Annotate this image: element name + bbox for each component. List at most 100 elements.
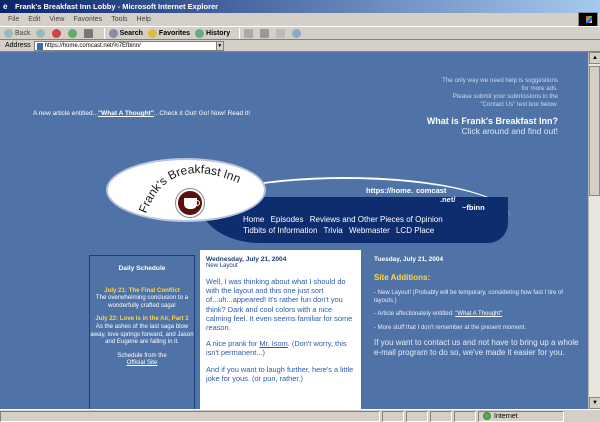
additions-date: Tuesday, July 21, 2004: [374, 256, 444, 263]
url-part: https://home.: [366, 186, 414, 195]
addition-item: - More stuff that I don't remember at th…: [374, 324, 527, 331]
schedule-entry-title: July 22: Love is in the Air, Part 1: [95, 315, 189, 323]
back-label: Back: [15, 29, 31, 37]
history-label: History: [206, 29, 231, 37]
mail-button[interactable]: [244, 28, 255, 38]
discuss-button[interactable]: [292, 28, 303, 38]
zone-label: Internet: [494, 412, 518, 420]
internet-explorer-icon: e: [3, 2, 8, 11]
nav-trivia[interactable]: Trivia: [323, 226, 342, 235]
nav-webmaster[interactable]: Webmaster: [349, 226, 390, 235]
internet-globe-icon: [483, 412, 491, 420]
news-text: A nice prank for: [206, 339, 258, 349]
discuss-icon: [292, 28, 302, 38]
refresh-button[interactable]: [67, 28, 79, 38]
status-cell: [382, 410, 404, 422]
site-additions-column: Tuesday, July 21, 2004 Site Additions: -…: [372, 250, 584, 409]
news-paragraph: A nice prank for Mr. Isom. (Don't worry,…: [206, 339, 355, 357]
menu-view[interactable]: View: [49, 16, 64, 23]
nav-lcd-place[interactable]: LCD Place: [396, 226, 434, 235]
news-column: Wednesday, July 21, 2004 New Layout Well…: [200, 250, 361, 409]
home-icon: [83, 28, 93, 38]
print-button[interactable]: [260, 28, 271, 38]
nav-reviews[interactable]: Reviews and Other Pieces of Opinion: [310, 215, 443, 224]
scroll-thumb[interactable]: [589, 66, 600, 196]
window-title: Frank's Breakfast Inn Lobby - Microsoft …: [15, 2, 219, 11]
help-note-line: Please submit your submissions in the: [452, 93, 558, 100]
menu-tools[interactable]: Tools: [111, 16, 127, 23]
official-site-link[interactable]: Official Site: [127, 359, 158, 366]
scroll-down-arrow-icon[interactable]: ▼: [589, 397, 600, 409]
stop-button[interactable]: [51, 28, 63, 38]
news-paragraph: And if you want to laugh further, here's…: [206, 364, 354, 383]
favorites-label: Favorites: [158, 29, 191, 37]
security-zone: Internet: [478, 410, 564, 422]
toolbar: Back Search Favorites History: [0, 26, 600, 40]
what-a-thought-link[interactable]: "What A Thought": [455, 311, 502, 317]
nav-episodes[interactable]: Episodes: [271, 215, 304, 224]
schedule-footer: Schedule from the Official Site: [90, 352, 194, 367]
home-button[interactable]: [83, 28, 95, 38]
search-button[interactable]: Search: [108, 28, 143, 38]
schedule-entry-desc: As the ashes of the last saga blow away,…: [90, 322, 194, 346]
status-text-cell: [0, 410, 380, 422]
new-article-prefix: A new article entitled...: [33, 110, 99, 117]
forward-button[interactable]: [35, 28, 47, 38]
mail-icon: [244, 28, 254, 38]
menu-favorites[interactable]: Favorites: [73, 16, 102, 23]
toolbar-separator: [239, 27, 241, 39]
address-dropdown-button[interactable]: ▼: [215, 40, 224, 51]
coffee-cup-icon: [176, 189, 204, 217]
scroll-up-arrow-icon[interactable]: ▲: [589, 52, 600, 64]
help-note-line: The only way we need help is suggestions: [442, 77, 558, 84]
vertical-scrollbar[interactable]: ▲ ▼: [588, 52, 600, 409]
news-paragraph: Well, I was thinking about what I should…: [206, 277, 353, 333]
site-logo[interactable]: Frank's Breakfast Inn: [106, 158, 266, 222]
print-icon: [260, 28, 270, 38]
help-note-line: for more ads.: [521, 85, 558, 92]
schedule-entry: July 21: The Final Conflict The overwhel…: [90, 287, 194, 310]
nav-home[interactable]: Home: [243, 215, 264, 224]
refresh-icon: [67, 28, 77, 38]
address-label: Address: [5, 42, 31, 49]
status-cell: [430, 410, 452, 422]
history-icon: [195, 28, 205, 38]
schedule-entry-title: July 21: The Final Conflict: [104, 286, 180, 294]
page-viewport: The only way we need help is suggestions…: [0, 52, 588, 409]
back-arrow-icon: [4, 28, 13, 38]
contact-text: If you want to contact us and not have t…: [374, 338, 579, 358]
back-button[interactable]: Back: [4, 28, 31, 38]
menu-file[interactable]: File: [8, 16, 19, 23]
schedule-footer-text: Schedule from the: [117, 351, 167, 359]
status-cell: [406, 410, 428, 422]
toolbar-separator: [103, 27, 105, 39]
new-article-link[interactable]: "What A Thought": [98, 110, 154, 117]
windows-logo-throbber: [578, 12, 598, 27]
menu-help[interactable]: Help: [137, 16, 151, 23]
help-note: The only way we need help is suggestions…: [388, 77, 558, 109]
what-is-answer: Click around and find out!: [461, 126, 558, 136]
favorites-button[interactable]: Favorites: [147, 28, 191, 38]
edit-button[interactable]: [276, 28, 287, 38]
window-title-bar[interactable]: e Frank's Breakfast Inn Lobby - Microsof…: [0, 0, 600, 13]
search-icon: [108, 28, 118, 38]
daily-schedule-box: Daily Schedule July 21: The Final Confli…: [89, 255, 195, 409]
menu-bar: File Edit View Favorites Tools Help: [0, 13, 600, 25]
address-input[interactable]: https://home.comcast.net/%7Efbinn/: [33, 40, 217, 51]
forward-arrow-icon: [35, 28, 45, 38]
what-is-box: What is Frank's Breakfast Inn? Click aro…: [427, 116, 558, 136]
nav-tidbits[interactable]: Tidbits of Information: [243, 226, 317, 235]
history-button[interactable]: History: [195, 28, 231, 38]
news-subtitle: New Layout: [206, 263, 238, 269]
schedule-entry-desc: The overwhelming conclusion to a wonderf…: [95, 294, 189, 309]
stop-icon: [51, 28, 61, 38]
windows-logo-icon: [586, 16, 592, 23]
mr-isom-link[interactable]: Mr. Isom: [259, 339, 287, 348]
status-bar: Internet: [0, 409, 600, 422]
edit-icon: [276, 28, 286, 38]
help-note-line: "Contact Us" text box below.: [480, 101, 558, 108]
menu-edit[interactable]: Edit: [28, 16, 40, 23]
additions-heading: Site Additions:: [374, 273, 431, 282]
address-url: https://home.comcast.net/%7Efbinn/: [44, 42, 141, 49]
main-nav: Home Episodes Reviews and Other Pieces o…: [243, 214, 513, 236]
